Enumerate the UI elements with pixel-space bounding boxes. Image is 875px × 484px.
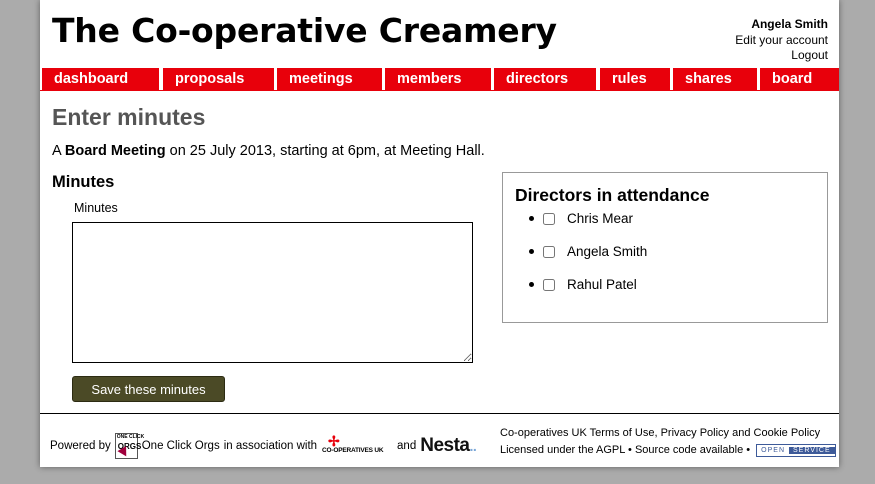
nav-item-board[interactable]: board <box>760 68 839 90</box>
main-nav: dashboard proposals meetings members dir… <box>40 68 839 90</box>
user-name: Angela Smith <box>751 17 828 31</box>
nesta-text: Nesta <box>420 435 470 456</box>
edit-account-link[interactable]: Edit your account <box>735 33 828 49</box>
footer-divider <box>40 413 839 414</box>
director-name: Rahul Patel <box>567 277 637 292</box>
agpl-link[interactable]: AGPL <box>596 444 625 456</box>
open-service-badge[interactable]: OPEN SERVICE <box>756 443 836 457</box>
coops-logo-text: CO-OPERATIVES UK <box>322 447 384 454</box>
source-code-link[interactable]: Source code available <box>635 444 743 456</box>
nav-item-members[interactable]: members <box>385 68 491 90</box>
footer-legal: Co-operatives UK Terms of Use, Privacy P… <box>500 425 836 459</box>
one-click-orgs-logo[interactable]: ONE CLICK ORGS <box>114 433 144 459</box>
minutes-label: Minutes <box>74 201 118 215</box>
directors-attendance-panel: Directors in attendance Chris Mear Angel… <box>502 172 828 323</box>
and-text: and <box>729 427 754 439</box>
nesta-dots-icon: .. <box>469 438 477 454</box>
user-box: Angela Smith Edit your account Logout <box>735 17 828 64</box>
save-minutes-button[interactable]: Save these minutes <box>72 376 225 402</box>
intro-prefix: A <box>52 143 65 159</box>
powered-by-text: Powered by <box>50 440 111 452</box>
minutes-heading: Minutes <box>52 173 115 191</box>
directors-heading: Directors in attendance <box>515 185 710 205</box>
intro-suffix: on 25 July 2013, starting at 6pm, at Mee… <box>165 143 485 159</box>
nav-item-proposals[interactable]: proposals <box>163 68 274 90</box>
footer-credits: Powered by ONE CLICK ORGS One Click Orgs… <box>50 433 477 459</box>
license-line: Licensed under the AGPL • Source code av… <box>500 442 836 459</box>
terms-prefix: Co-operatives UK <box>500 427 590 439</box>
meeting-description: A Board Meeting on 25 July 2013, startin… <box>52 143 485 159</box>
meeting-type: Board Meeting <box>64 143 166 159</box>
service-label: SERVICE <box>789 446 835 454</box>
cooperatives-uk-logo[interactable]: ✢ CO-OPERATIVES UK <box>322 433 392 459</box>
director-checkbox-chris-mear[interactable] <box>543 213 555 225</box>
nav-item-directors[interactable]: directors <box>494 68 596 90</box>
director-checkbox-rahul-patel[interactable] <box>543 279 555 291</box>
page: The Co-operative Creamery Angela Smith E… <box>40 0 839 467</box>
minutes-textarea[interactable] <box>72 222 473 363</box>
nav-item-dashboard[interactable]: dashboard <box>42 68 159 90</box>
nav-item-shares[interactable]: shares <box>673 68 757 90</box>
page-heading: Enter minutes <box>52 104 206 130</box>
nav-item-rules[interactable]: rules <box>600 68 670 90</box>
cookie-link[interactable]: Cookie Policy <box>754 427 821 439</box>
nesta-logo[interactable]: Nesta.. <box>420 435 477 457</box>
director-name: Angela Smith <box>567 244 648 259</box>
separator: • <box>624 444 635 456</box>
terms-line: Co-operatives UK Terms of Use, Privacy P… <box>500 425 836 442</box>
terms-link[interactable]: Terms of Use <box>590 427 655 439</box>
and-text: and <box>397 440 417 452</box>
oco-name[interactable]: One Click Orgs <box>142 440 220 452</box>
director-name: Chris Mear <box>567 211 634 226</box>
director-checkbox-angela-smith[interactable] <box>543 246 555 258</box>
open-label: OPEN <box>757 446 790 454</box>
logout-link[interactable]: Logout <box>735 48 828 64</box>
license-prefix: Licensed under the <box>500 444 597 456</box>
separator: • <box>743 444 754 456</box>
association-text: in association with <box>223 440 318 452</box>
privacy-link[interactable]: Privacy Policy <box>661 427 729 439</box>
nav-item-meetings[interactable]: meetings <box>277 68 382 90</box>
oco-logo-top: ONE CLICK <box>116 434 145 440</box>
nav-underline <box>40 90 839 91</box>
site-title: The Co-operative Creamery <box>52 11 557 50</box>
